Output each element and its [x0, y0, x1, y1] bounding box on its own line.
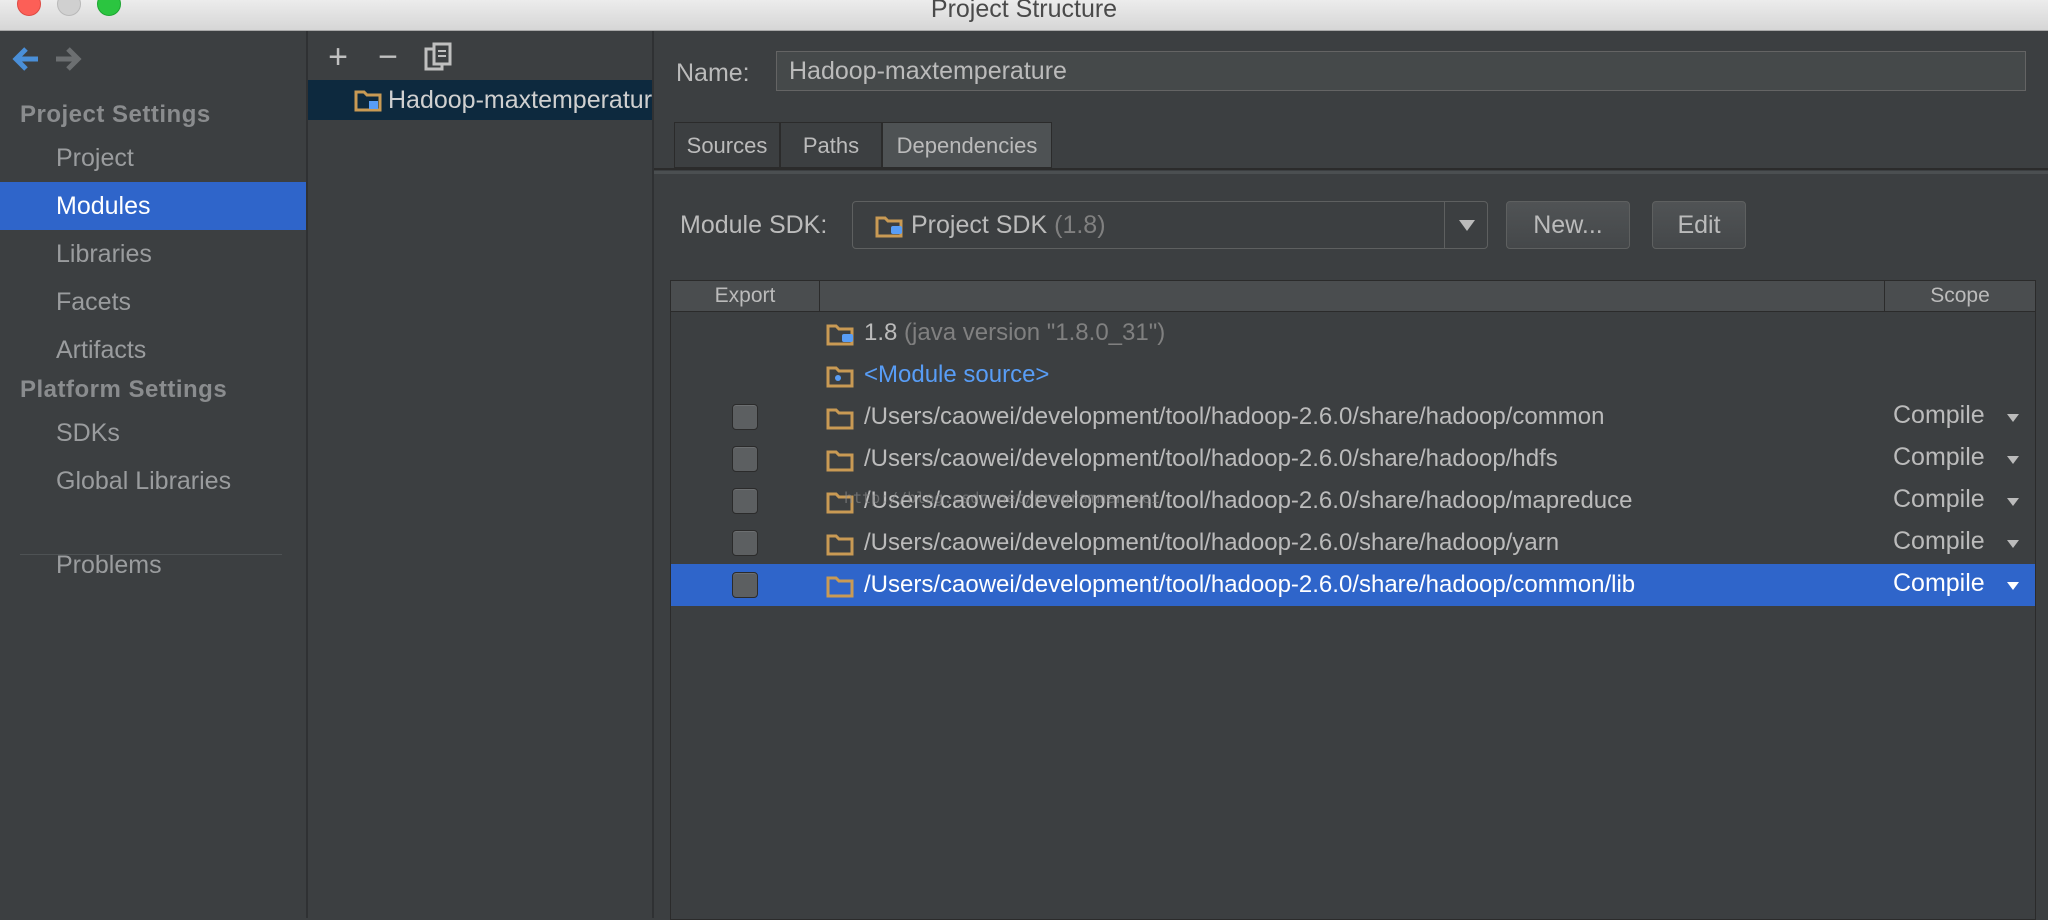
nav-item-global-libraries[interactable]: Global Libraries [0, 457, 306, 505]
module-item[interactable]: Hadoop-maxtemperature [308, 80, 652, 120]
forward-arrow-icon[interactable] [54, 45, 82, 73]
sdk-folder-icon [826, 324, 854, 346]
module-item-label: Hadoop-maxtemperature [388, 86, 654, 114]
scope-dropdown[interactable]: Compile [1893, 401, 1985, 430]
module-detail: Name: Sources Paths Dependencies Module … [654, 31, 2048, 920]
nav-item-artifacts[interactable]: Artifacts [0, 326, 306, 374]
scope-dropdown[interactable]: Compile [1893, 443, 1985, 472]
dependency-name: /Users/caowei/development/tool/hadoop-2.… [864, 403, 1605, 430]
nav-item-modules[interactable]: Modules [0, 182, 306, 230]
tab-divider-highlight [654, 171, 2048, 174]
table-row[interactable]: /Users/caowei/development/tool/hadoop-2.… [671, 438, 2035, 480]
scope-dropdown[interactable]: Compile [1893, 569, 1985, 598]
export-checkbox[interactable] [732, 488, 758, 514]
module-source-folder-icon [826, 366, 854, 388]
export-checkbox[interactable] [732, 572, 758, 598]
module-name-field[interactable] [776, 51, 2026, 91]
folder-icon [826, 450, 854, 472]
scope-dropdown[interactable]: Compile [1893, 527, 1985, 556]
back-arrow-icon[interactable] [12, 45, 40, 73]
export-checkbox[interactable] [732, 446, 758, 472]
name-label: Name: [676, 59, 750, 87]
chevron-down-icon [1459, 220, 1475, 231]
add-module-button[interactable]: + [320, 40, 356, 77]
export-column-header[interactable]: Export [671, 281, 820, 311]
sdk-folder-icon [875, 216, 903, 238]
tab-paths[interactable]: Paths [780, 122, 882, 168]
module-sdk-label: Module SDK: [680, 211, 828, 239]
name-column-header[interactable] [820, 281, 1885, 311]
table-row[interactable]: /Users/caowei/development/tool/hadoop-2.… [671, 396, 2035, 438]
dependency-name: /Users/caowei/development/tool/hadoop-2.… [864, 571, 1636, 598]
title-bar: Project Structure [0, 0, 2048, 31]
chevron-down-icon[interactable] [2007, 456, 2019, 464]
tab-dependencies[interactable]: Dependencies [882, 122, 1052, 168]
table-row[interactable]: 1.8 (java version "1.8.0_31") [671, 312, 2035, 354]
nav-item-project[interactable]: Project [0, 134, 306, 182]
scope-column-header[interactable]: Scope [1885, 281, 2035, 311]
project-settings-header: Project Settings [20, 101, 211, 128]
table-row-selected[interactable]: /Users/caowei/development/tool/hadoop-2.… [671, 564, 2035, 606]
folder-icon [826, 576, 854, 598]
modules-pane: + − Hadoop-maxtemperature [308, 31, 654, 918]
nav-item-libraries[interactable]: Libraries [0, 230, 306, 278]
dropdown-separator [1444, 202, 1445, 248]
dependency-name: <Module source> [864, 361, 1050, 388]
table-header: Export Scope [671, 281, 2035, 312]
nav-item-problems[interactable]: Problems [0, 541, 306, 589]
nav-item-facets[interactable]: Facets [0, 278, 306, 326]
remove-module-button[interactable]: − [370, 40, 406, 77]
chevron-down-icon[interactable] [2007, 540, 2019, 548]
dependency-name: /Users/caowei/development/tool/hadoop-2.… [864, 529, 1560, 556]
tab-sources[interactable]: Sources [674, 122, 780, 168]
module-sdk-dropdown[interactable]: Project SDK (1.8) [852, 201, 1488, 249]
dependency-note: (java version "1.8.0_31") [904, 319, 1166, 346]
folder-icon [826, 534, 854, 556]
export-checkbox[interactable] [732, 404, 758, 430]
nav-item-sdks[interactable]: SDKs [0, 409, 306, 457]
new-sdk-button[interactable]: New... [1506, 201, 1630, 249]
tab-divider [654, 168, 2048, 170]
sdk-value: Project SDK [911, 211, 1048, 239]
dependency-name: 1.8 [864, 319, 898, 346]
export-checkbox[interactable] [732, 530, 758, 556]
scope-dropdown[interactable]: Compile [1893, 485, 1985, 514]
folder-icon [826, 408, 854, 430]
chevron-down-icon[interactable] [2007, 582, 2019, 590]
sdk-version: (1.8) [1054, 211, 1106, 239]
table-row[interactable]: <Module source> [671, 354, 2035, 396]
settings-nav: Project Settings Project Modules Librari… [0, 31, 308, 918]
dependency-name: /Users/caowei/development/tool/hadoop-2.… [864, 445, 1558, 472]
chevron-down-icon[interactable] [2007, 414, 2019, 422]
window-title: Project Structure [930, 0, 1118, 23]
platform-settings-header: Platform Settings [20, 376, 228, 403]
edit-sdk-button[interactable]: Edit [1652, 201, 1746, 249]
module-folder-icon [354, 90, 382, 112]
table-row[interactable]: /Users/caowei/development/tool/hadoop-2.… [671, 522, 2035, 564]
copy-module-button[interactable] [420, 41, 456, 77]
copy-icon [424, 42, 452, 71]
dependencies-table: Export Scope 1.8 (java version "1.8.0_31… [670, 280, 2036, 920]
watermark: http://blog.csdn.net/programmer_wei [844, 489, 1161, 507]
chevron-down-icon[interactable] [2007, 498, 2019, 506]
